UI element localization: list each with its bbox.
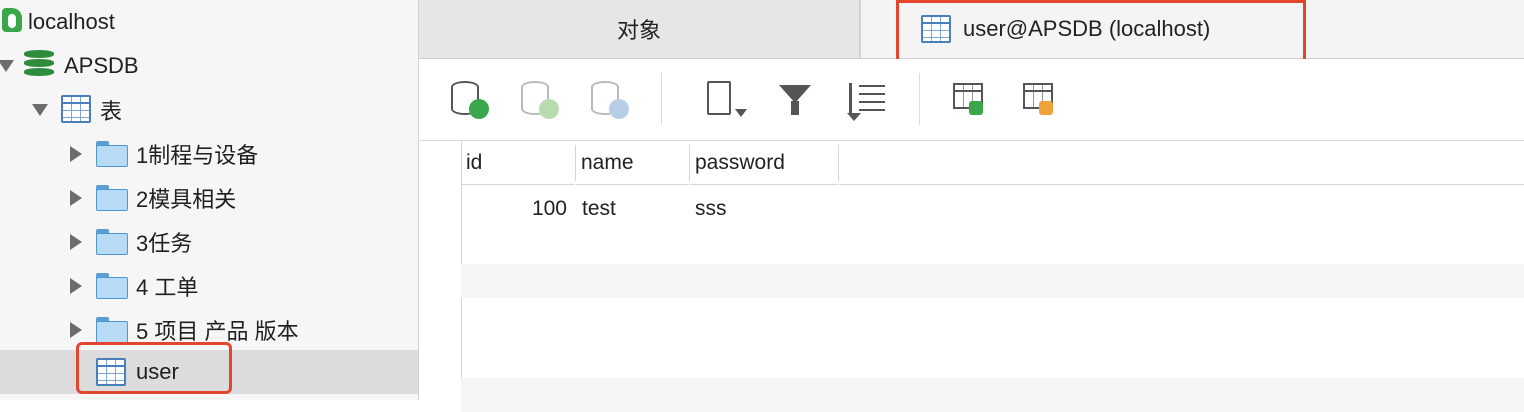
tree-item-folder[interactable]: 1制程与设备	[0, 132, 418, 176]
toolbar-separator	[661, 73, 662, 125]
cell-id[interactable]: 100	[461, 192, 567, 226]
text-view-icon[interactable]	[701, 79, 747, 123]
tree-item-server[interactable]: localhost	[0, 0, 418, 44]
new-record-icon[interactable]	[447, 79, 491, 123]
tree-item-folder[interactable]: 4 工单	[0, 264, 418, 308]
column-header-filler	[839, 141, 1524, 185]
export-icon[interactable]	[1019, 79, 1063, 123]
database-label: APSDB	[64, 53, 139, 78]
column-header[interactable]: id	[461, 141, 575, 185]
column-header-label: id	[466, 150, 483, 174]
import-icon[interactable]	[949, 79, 993, 123]
table-icon	[61, 95, 91, 123]
table-row-empty	[461, 226, 1524, 260]
data-grid: id name password 100 test sss	[419, 141, 1524, 412]
tab-label: user@APSDB (localhost)	[963, 16, 1211, 41]
row-header-column	[419, 141, 462, 400]
folder-label: 1制程与设备	[136, 143, 259, 168]
sort-icon[interactable]	[845, 79, 889, 123]
disclosure-triangle-collapsed-icon[interactable]	[70, 322, 82, 338]
disclosure-triangle-collapsed-icon[interactable]	[70, 278, 82, 294]
disclosure-triangle-expanded-icon[interactable]	[32, 104, 48, 116]
folder-label: 4 工单	[136, 275, 199, 300]
tab-bar: 对象 user@APSDB (localhost)	[419, 0, 1524, 59]
table-row-empty	[461, 378, 1524, 412]
table-row-empty	[461, 264, 1524, 298]
table-row[interactable]: 100 test sss	[461, 192, 1524, 226]
disclosure-triangle-collapsed-icon[interactable]	[70, 234, 82, 250]
server-icon	[2, 8, 22, 32]
folder-icon	[96, 229, 128, 255]
apply-changes-icon[interactable]	[517, 79, 561, 123]
navigator-sidebar: localhost APSDB 表 1制程与设备 2模具相关 3任务 4 工单 …	[0, 0, 419, 400]
folder-label: 2模具相关	[136, 187, 237, 212]
tab-user-table[interactable]: user@APSDB (localhost)	[860, 0, 1524, 58]
folder-icon	[96, 317, 128, 343]
folder-label: 3任务	[136, 231, 193, 256]
disclosure-triangle-collapsed-icon[interactable]	[70, 146, 82, 162]
column-header-label: password	[695, 150, 785, 174]
cell-name[interactable]: test	[582, 192, 616, 226]
column-header[interactable]: password	[690, 141, 838, 185]
table-row-empty	[461, 298, 1524, 332]
column-header-label: name	[581, 150, 634, 174]
discard-changes-icon[interactable]	[587, 79, 631, 123]
toolbar	[419, 59, 1524, 141]
tab-label: 对象	[616, 18, 661, 43]
folder-icon	[96, 141, 128, 167]
folder-icon	[96, 185, 128, 211]
disclosure-triangle-expanded-icon[interactable]	[0, 60, 14, 72]
disclosure-triangle-collapsed-icon[interactable]	[70, 190, 82, 206]
cell-password[interactable]: sss	[695, 192, 727, 226]
tab-objects[interactable]: 对象	[419, 0, 860, 58]
tree-item-database[interactable]: APSDB	[0, 44, 418, 88]
server-label: localhost	[28, 9, 115, 34]
tree-item-table-user[interactable]: user	[0, 350, 418, 394]
table-icon	[96, 358, 126, 386]
column-header[interactable]: name	[576, 141, 689, 185]
filter-icon[interactable]	[775, 79, 819, 123]
tree-item-folder[interactable]: 2模具相关	[0, 176, 418, 220]
table-icon	[921, 15, 951, 43]
database-icon	[24, 50, 54, 80]
tree-item-folder[interactable]: 5 项目 产品 版本	[0, 308, 418, 352]
tree-item-folder[interactable]: 3任务	[0, 220, 418, 264]
table-label: user	[136, 359, 179, 384]
tables-group-label: 表	[100, 99, 123, 124]
folder-icon	[96, 273, 128, 299]
folder-label: 5 项目 产品 版本	[136, 319, 299, 344]
tree-item-tables-group[interactable]: 表	[0, 88, 418, 132]
toolbar-separator	[919, 73, 920, 125]
